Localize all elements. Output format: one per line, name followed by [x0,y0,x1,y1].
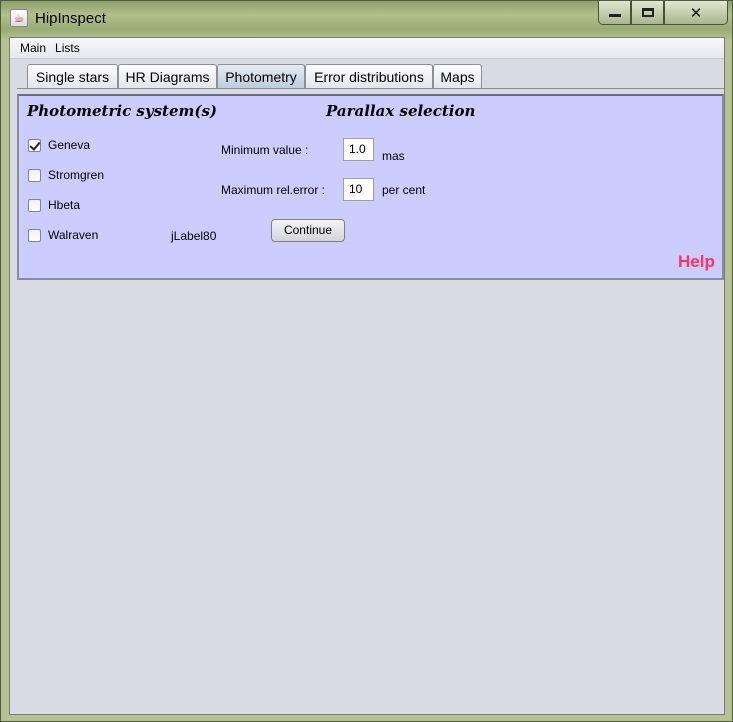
stromgren-checkbox[interactable] [28,168,41,182]
minimize-icon [608,14,621,17]
client-area: Main Lists Single stars HR Diagrams Phot… [9,37,725,715]
maximum-error-unit: per cent [382,183,426,197]
hbeta-label: Hbeta [48,198,81,212]
photometric-systems-heading: Photometric system(s) [27,102,218,120]
hbeta-checkbox[interactable] [28,198,41,212]
geneva-checkbox[interactable] [28,138,41,152]
geneva-label: Geneva [48,138,91,152]
walraven-label: Walraven [48,228,99,242]
stromgren-option[interactable]: Stromgren [28,168,104,182]
walraven-checkbox[interactable] [28,228,41,242]
jlabel80: jLabel80 [171,229,217,243]
help-link[interactable]: Help [678,252,715,272]
geneva-option[interactable]: Geneva [28,138,90,152]
close-button[interactable]: ✕ [664,1,728,25]
tab-photometry[interactable]: Photometry [217,64,305,89]
maximum-error-label: Maximum rel.error : [221,183,326,197]
app-window: ☕ HipInspect ✕ Main Lists Single stars H… [0,0,733,722]
minimize-button[interactable] [598,1,631,25]
minimum-value-input[interactable]: 1.0 [343,138,374,161]
tab-strip: Single stars HR Diagrams Photometry Erro… [27,64,482,89]
close-icon: ✕ [689,3,703,22]
stromgren-label: Stromgren [48,168,105,182]
menu-bar: Main Lists [10,38,724,59]
title-bar[interactable]: ☕ HipInspect ✕ [1,1,732,37]
tab-single-stars[interactable]: Single stars [27,64,118,89]
window-controls: ✕ [598,1,728,25]
continue-button[interactable]: Continue [271,219,345,242]
java-cup-icon: ☕ [10,9,28,27]
tab-hr-diagrams[interactable]: HR Diagrams [118,64,217,89]
photometry-panel: Photometric system(s) Parallax selection… [17,94,724,280]
parallax-selection-heading: Parallax selection [326,102,476,120]
minimum-value-label: Minimum value : [221,143,309,157]
minimum-value-unit: mas [382,149,405,163]
tab-error-distributions[interactable]: Error distributions [305,64,433,89]
maximize-button[interactable] [631,1,664,25]
window-title: HipInspect [35,10,106,27]
menu-lists[interactable]: Lists [55,41,80,55]
menu-main[interactable]: Main [20,41,46,55]
tab-baseline [17,88,724,89]
walraven-option[interactable]: Walraven [28,228,98,242]
tab-maps[interactable]: Maps [433,64,482,89]
maximum-error-input[interactable]: 10 [343,178,374,201]
hbeta-option[interactable]: Hbeta [28,198,80,212]
maximize-icon [641,8,654,17]
